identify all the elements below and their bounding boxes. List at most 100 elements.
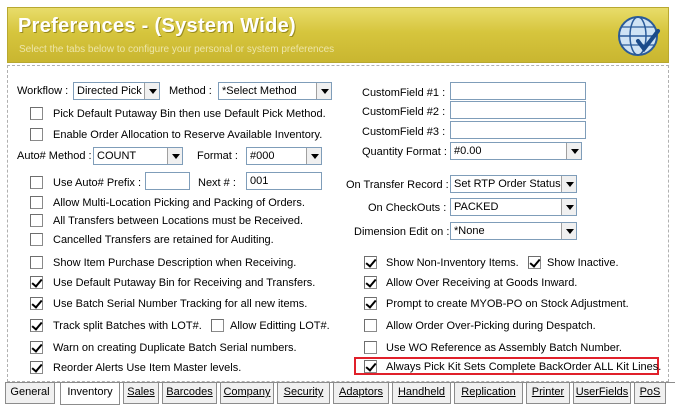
tab-general[interactable]: General <box>5 383 55 404</box>
page-subtitle: Select the tabs below to configure your … <box>19 44 335 55</box>
preferences-header: Preferences - (System Wide) Select the t… <box>7 7 669 63</box>
format-value: #000 <box>250 150 275 162</box>
next-number-input[interactable]: 001 <box>246 172 322 190</box>
over-picking-label: Allow Order Over-Picking during Despatch… <box>386 320 596 332</box>
wo-reference-label: Use WO Reference as Assembly Batch Numbe… <box>386 342 622 354</box>
customfield3-label: CustomField #3 : <box>362 126 446 138</box>
tab-handheld[interactable]: Handheld <box>392 383 451 404</box>
next-number-label: Next # : <box>198 177 236 189</box>
chevron-down-icon[interactable] <box>561 176 576 192</box>
tab-strip: General Inventory Sales Barcodes Company… <box>5 383 675 405</box>
tab-replication[interactable]: Replication <box>454 383 523 404</box>
reorder-alerts-label: Reorder Alerts Use Item Master levels. <box>53 362 242 374</box>
multi-location-checkbox[interactable] <box>30 196 43 209</box>
quantity-format-value: #0.00 <box>454 145 482 157</box>
tab-sales[interactable]: Sales <box>123 383 159 404</box>
batch-serial-label: Use Batch Serial Number Tracking for all… <box>53 298 308 310</box>
format-label: Format : <box>197 150 238 162</box>
over-receiving-checkbox[interactable] <box>364 276 377 289</box>
customfield1-label: CustomField #1 : <box>362 87 446 99</box>
on-checkouts-label: On CheckOuts : <box>368 202 447 214</box>
globe-check-icon <box>618 16 660 56</box>
multi-location-label: Allow Multi-Location Picking and Packing… <box>53 197 305 209</box>
prefix-input[interactable] <box>145 172 190 190</box>
reorder-alerts-checkbox[interactable] <box>30 361 43 374</box>
default-putaway-label: Pick Default Putaway Bin then use Defaul… <box>53 108 326 120</box>
customfield2-label: CustomField #2 : <box>362 106 446 118</box>
tab-general-label: General <box>10 386 50 398</box>
quantity-format-select[interactable]: #0.00 <box>450 142 582 160</box>
warn-duplicate-label: Warn on creating Duplicate Batch Serial … <box>53 342 297 354</box>
chevron-down-icon[interactable] <box>144 83 159 99</box>
batch-serial-checkbox[interactable] <box>30 297 43 310</box>
tab-inventory-label: Inventory <box>67 386 113 398</box>
page-title: Preferences - (System Wide) <box>18 15 297 37</box>
use-auto-prefix-checkbox[interactable] <box>30 176 43 189</box>
show-non-inventory-checkbox[interactable] <box>364 256 377 269</box>
workflow-value: Directed Pick <box>77 85 142 97</box>
warn-duplicate-checkbox[interactable] <box>30 341 43 354</box>
show-item-desc-checkbox[interactable] <box>30 256 43 269</box>
dimension-edit-select[interactable]: *None <box>450 222 577 240</box>
method-value: *Select Method <box>222 85 297 97</box>
workflow-select[interactable]: Directed Pick <box>73 82 160 100</box>
show-non-inventory-label: Show Non-Inventory Items. <box>386 257 519 269</box>
tab-barcodes-label: Barcodes <box>166 386 213 398</box>
on-transfer-record-label: On Transfer Record : <box>346 179 449 191</box>
track-split-checkbox[interactable] <box>30 319 43 332</box>
auto-method-label: Auto# Method : <box>17 150 92 162</box>
dimension-edit-label: Dimension Edit on : <box>354 226 450 238</box>
on-checkouts-value: PACKED <box>454 201 499 213</box>
customfield1-input[interactable] <box>450 82 586 100</box>
chevron-down-icon[interactable] <box>167 148 182 164</box>
order-allocation-checkbox[interactable] <box>30 128 43 141</box>
tab-pos[interactable]: PoS <box>634 383 666 404</box>
show-inactive-checkbox[interactable] <box>528 256 541 269</box>
chevron-down-icon[interactable] <box>306 148 321 164</box>
cancelled-transfers-label: Cancelled Transfers are retained for Aud… <box>53 234 274 246</box>
quantity-format-label: Quantity Format : <box>362 146 447 158</box>
method-select[interactable]: *Select Method <box>218 82 332 100</box>
tab-userfields-label: UserFields <box>575 386 629 398</box>
tab-userfields[interactable]: UserFields <box>573 383 631 404</box>
on-checkouts-select[interactable]: PACKED <box>450 198 577 216</box>
tab-handheld-label: Handheld <box>397 386 446 398</box>
tab-sales-label: Sales <box>127 386 155 398</box>
over-receiving-label: Allow Over Receiving at Goods Inward. <box>386 277 578 289</box>
wo-reference-checkbox[interactable] <box>364 341 377 354</box>
tab-printer-label: Printer <box>531 386 565 398</box>
tab-barcodes[interactable]: Barcodes <box>162 383 217 404</box>
allow-edit-lot-checkbox[interactable] <box>211 319 224 332</box>
tab-printer[interactable]: Printer <box>526 383 570 404</box>
tab-company[interactable]: Company <box>220 383 274 404</box>
tab-company-label: Company <box>223 386 271 398</box>
chevron-down-icon[interactable] <box>561 223 576 239</box>
order-allocation-label: Enable Order Allocation to Reserve Avail… <box>53 129 323 141</box>
tab-security[interactable]: Security <box>277 383 330 404</box>
over-picking-checkbox[interactable] <box>364 319 377 332</box>
prompt-myob-checkbox[interactable] <box>364 297 377 310</box>
cancelled-transfers-checkbox[interactable] <box>30 233 43 246</box>
tab-replication-label: Replication <box>461 386 516 398</box>
track-split-label: Track split Batches with LOT#. <box>53 320 202 332</box>
chevron-down-icon[interactable] <box>316 83 331 99</box>
default-putaway-bin-checkbox[interactable] <box>30 276 43 289</box>
always-pick-kit-label: Always Pick Kit Sets Complete BackOrder … <box>386 361 662 373</box>
auto-method-value: COUNT <box>97 150 137 162</box>
chevron-down-icon[interactable] <box>561 199 576 215</box>
on-transfer-record-select[interactable]: Set RTP Order Status <box>450 175 577 193</box>
always-pick-kit-checkbox[interactable] <box>364 360 377 373</box>
workflow-label: Workflow : <box>17 85 69 97</box>
prompt-myob-label: Prompt to create MYOB-PO on Stock Adjust… <box>386 298 629 310</box>
format-select[interactable]: #000 <box>246 147 322 165</box>
transfers-received-checkbox[interactable] <box>30 214 43 227</box>
chevron-down-icon[interactable] <box>566 143 581 159</box>
method-label: Method : <box>169 85 212 97</box>
show-item-desc-label: Show Item Purchase Description when Rece… <box>53 257 297 269</box>
customfield2-input[interactable] <box>450 101 586 119</box>
tab-inventory[interactable]: Inventory <box>60 383 120 405</box>
auto-method-select[interactable]: COUNT <box>93 147 183 165</box>
customfield3-input[interactable] <box>450 121 586 139</box>
default-putaway-checkbox[interactable] <box>30 107 43 120</box>
tab-adaptors[interactable]: Adaptors <box>333 383 389 404</box>
